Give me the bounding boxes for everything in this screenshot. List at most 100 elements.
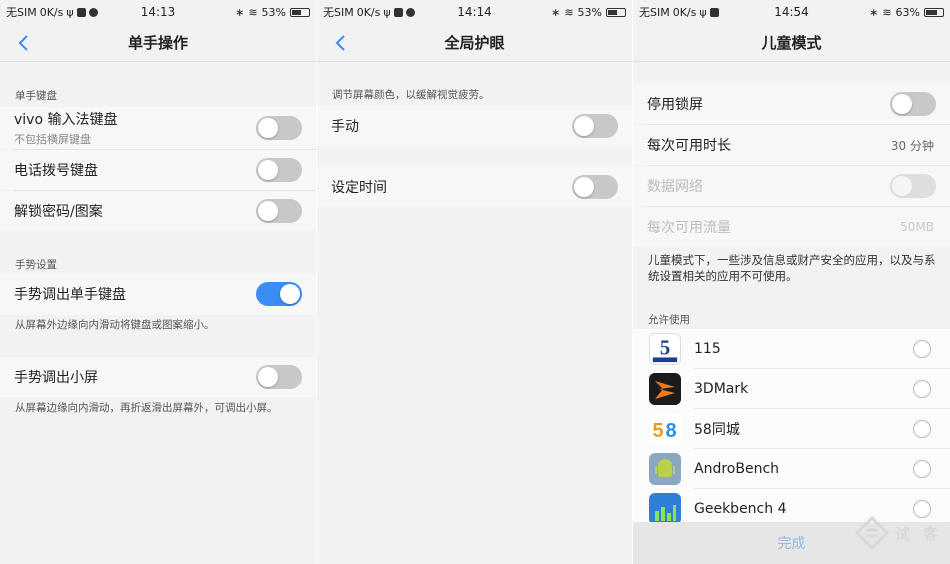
row-vivo-keyboard[interactable]: vivo 输入法键盘 不包括横屏键盘: [0, 107, 316, 149]
carrier-text: 无SIM: [639, 6, 670, 19]
svg-text:8: 8: [665, 420, 676, 442]
page-title: 全局护眼: [444, 34, 505, 52]
toggle-disable-lock[interactable]: [890, 92, 936, 116]
watermark-text: 试 客: [894, 524, 942, 543]
app-name: 58同城: [694, 422, 740, 438]
app-name: AndroBench: [694, 461, 780, 477]
bluetooth-icon: ∗: [869, 5, 879, 19]
row-label: 每次可用流量: [647, 220, 731, 236]
app-androbench-icon: [649, 453, 681, 485]
toggle-gesture-keyboard[interactable]: [256, 282, 302, 306]
list-item[interactable]: 3DMark: [633, 369, 950, 409]
wifi-icon: ≋: [564, 5, 574, 19]
app-3dmark-icon: [649, 373, 681, 405]
page-title: 儿童模式: [761, 34, 822, 52]
toggle-unlock-pattern[interactable]: [256, 199, 302, 223]
allowed-app-list: 5 115 3DMark 58 58同城 AndroBench Geekbenc…: [633, 329, 950, 522]
list-item[interactable]: 5 115: [633, 329, 950, 369]
row-label: 手动: [331, 119, 359, 135]
row-label: 手势调出小屏: [14, 370, 98, 386]
row-value: 30 分钟: [890, 138, 934, 153]
list-item[interactable]: 58 58同城: [633, 409, 950, 449]
battery-percent: 53%: [261, 5, 286, 19]
list-item[interactable]: AndroBench: [633, 449, 950, 489]
battery-percent: 53%: [577, 5, 602, 19]
wifi-icon: ≋: [248, 5, 258, 19]
back-arrow-icon[interactable]: [331, 33, 351, 53]
section-label-keyboard: 单手键盘: [15, 90, 57, 102]
done-button[interactable]: 完成: [778, 533, 806, 553]
row-value: 50MB: [900, 220, 934, 234]
usb-icon: ψ: [66, 5, 74, 19]
notification-icon: [76, 7, 86, 17]
app-radio[interactable]: [913, 420, 931, 438]
row-sublabel: 不包括横屏键盘: [14, 133, 91, 146]
title-bar: 单手操作: [0, 24, 316, 62]
svg-text:5: 5: [660, 338, 670, 360]
bluetooth-icon: ∗: [551, 5, 561, 19]
title-bar: 全局护眼: [317, 24, 632, 62]
net-speed: 0K/s: [672, 5, 697, 19]
status-bar: 无SIM 0K/s ψ 14:13 ∗ ≋ 53%: [0, 0, 316, 24]
row-traffic-limit: 每次可用流量 50MB: [633, 207, 950, 247]
row-manual[interactable]: 手动: [317, 106, 632, 146]
net-speed: 0K/s: [39, 5, 64, 19]
toggle-gesture-small-screen[interactable]: [256, 365, 302, 389]
page-title: 单手操作: [127, 34, 188, 52]
app-name: 115: [694, 341, 721, 357]
wifi-icon: ≋: [882, 5, 892, 19]
watermark-logo-icon: [854, 516, 889, 550]
row-schedule[interactable]: 设定时间: [317, 167, 632, 207]
carrier-text: 无SIM: [323, 6, 354, 19]
svg-text:5: 5: [652, 420, 663, 442]
row-disable-lock[interactable]: 停用锁屏: [633, 84, 950, 124]
toggle-schedule[interactable]: [572, 175, 618, 199]
eye-protection-desc: 调节屏幕颜色，以缓解视觉疲劳。: [332, 89, 490, 101]
row-label: 数据网络: [647, 179, 703, 195]
section-label-gesture: 手势设置: [15, 259, 57, 271]
back-arrow-icon[interactable]: [14, 33, 34, 53]
row-gesture-small-screen[interactable]: 手势调出小屏: [0, 357, 316, 397]
status-bar: 无SIM 0K/s ψ 14:54 ∗ ≋ 63%: [633, 0, 950, 24]
status-bar: 无SIM 0K/s ψ 14:14 ∗ ≋ 53%: [317, 0, 632, 24]
app-115-icon: 5: [649, 333, 681, 365]
gesture-keyboard-desc: 从屏幕外边缘向内滑动将键盘或图案缩小。: [15, 319, 215, 331]
section-label-allowed: 允许使用: [648, 314, 690, 326]
eye-protection-screen: 无SIM 0K/s ψ 14:14 ∗ ≋ 53% 全局护眼 调节屏幕颜色，以缓…: [317, 0, 632, 564]
row-usage-duration[interactable]: 每次可用时长 30 分钟: [633, 125, 950, 165]
check-icon: [88, 7, 98, 17]
toggle-vivo-keyboard[interactable]: [256, 116, 302, 140]
app-name: Geekbench 4: [694, 501, 787, 517]
app-radio[interactable]: [913, 460, 931, 478]
app-geekbench-icon: [649, 493, 681, 522]
carrier-text: 无SIM: [6, 6, 37, 19]
row-label: 电话拨号键盘: [14, 163, 98, 179]
title-bar: 儿童模式: [633, 24, 950, 62]
usb-icon: ψ: [699, 5, 707, 19]
bluetooth-icon: ∗: [235, 5, 245, 19]
battery-icon: [606, 7, 626, 17]
battery-icon: [290, 7, 310, 17]
row-label: 解锁密码/图案: [14, 204, 103, 220]
kids-mode-screen: 无SIM 0K/s ψ 14:54 ∗ ≋ 63% 儿童模式 停用锁屏 每次可用…: [633, 0, 950, 564]
row-label: 停用锁屏: [647, 97, 703, 113]
one-hand-screen: 无SIM 0K/s ψ 14:13 ∗ ≋ 53% 单手操作 单手键盘 vivo…: [0, 0, 316, 564]
battery-icon: [924, 7, 944, 17]
row-label: 每次可用时长: [647, 138, 731, 154]
app-radio[interactable]: [913, 340, 931, 358]
battery-percent: 63%: [895, 5, 920, 19]
gesture-small-desc: 从屏幕边缘向内滑动，再折返滑出屏幕外，可调出小屏。: [15, 402, 278, 414]
toggle-manual[interactable]: [572, 114, 618, 138]
kids-mode-desc: 儿童模式下，一些涉及信息或财产安全的应用，以及与系统设置相关的应用不可使用。: [648, 253, 936, 283]
toggle-dial-keyboard[interactable]: [256, 158, 302, 182]
app-radio[interactable]: [913, 380, 931, 398]
notification-icon: [709, 7, 719, 17]
row-dial-keyboard[interactable]: 电话拨号键盘: [0, 150, 316, 190]
row-label: vivo 输入法键盘: [14, 112, 118, 128]
row-gesture-keyboard[interactable]: 手势调出单手键盘: [0, 273, 316, 315]
notification-icon: [393, 7, 403, 17]
net-speed: 0K/s: [356, 5, 381, 19]
app-name: 3DMark: [694, 381, 749, 397]
usb-icon: ψ: [383, 5, 391, 19]
row-unlock-pattern[interactable]: 解锁密码/图案: [0, 191, 316, 231]
